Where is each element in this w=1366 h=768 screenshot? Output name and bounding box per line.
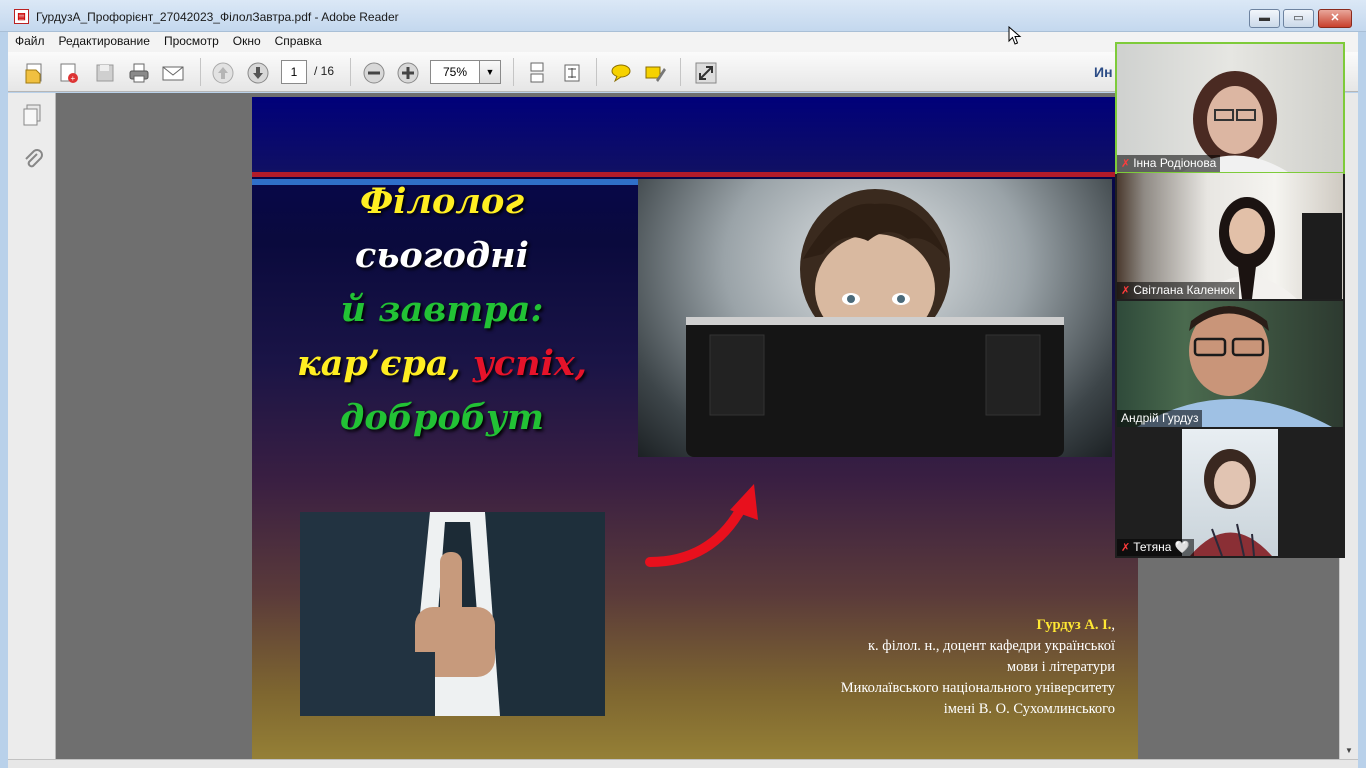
headline-success: успіх, — [472, 343, 587, 384]
red-arrow-icon — [645, 484, 758, 567]
author-line-3: Миколаївського національного університет… — [840, 680, 1115, 696]
participant-label: ✗ Світлана Каленюк — [1117, 282, 1239, 299]
maximize-button[interactable]: ▭ — [1283, 9, 1314, 28]
scroll-mode-icon[interactable] — [524, 60, 550, 86]
participant-tile[interactable]: ✗ Тетяна 🤍 — [1117, 429, 1343, 556]
participant-tile[interactable]: ✗ Світлана Каленюк — [1117, 173, 1343, 299]
expand-icon[interactable] — [693, 60, 719, 86]
mouse-cursor-icon — [1008, 26, 1022, 45]
page-number-input[interactable]: 1 — [281, 60, 307, 84]
navigation-pane — [8, 93, 56, 759]
save-icon[interactable] — [92, 60, 118, 86]
menu-view[interactable]: Просмотр — [157, 32, 226, 50]
heart-icon: 🤍 — [1174, 540, 1190, 554]
menu-help[interactable]: Справка — [268, 32, 329, 50]
video-participants-panel: ✗ Інна Родіонова ✗ Світлана Каленюк Андрій… — [1115, 42, 1345, 558]
menu-file[interactable]: Файл — [8, 32, 52, 50]
attachments-icon[interactable] — [21, 148, 45, 175]
fit-page-icon[interactable] — [559, 60, 585, 86]
toolbar-right-label[interactable]: Ин — [1094, 64, 1113, 80]
participant-name: Тетяна — [1133, 540, 1172, 554]
participant-name: Інна Родіонова — [1133, 156, 1217, 170]
laptop-photo — [638, 179, 1112, 457]
muted-mic-icon: ✗ — [1121, 285, 1131, 297]
pdf-icon: ▤ — [14, 9, 29, 24]
zoom-in-icon[interactable] — [395, 60, 421, 86]
participant-tile[interactable]: Андрій Гурдуз — [1117, 301, 1343, 427]
thumbs-up-photo — [300, 512, 605, 716]
author-name: Гурдуз А. І. — [1036, 617, 1112, 633]
pdf-page: Філолог сьогодні й завтра: кар’єра, успі… — [252, 97, 1138, 759]
muted-mic-icon: ✗ — [1121, 542, 1131, 554]
author-line-2: мови і літератури — [1006, 659, 1115, 675]
close-button[interactable]: ✕ — [1318, 9, 1352, 28]
zoom-dropdown-icon[interactable]: ▼ — [479, 60, 501, 84]
participant-label: Андрій Гурдуз — [1117, 410, 1203, 427]
headline-line-3: й завтра: — [340, 289, 544, 330]
menu-window[interactable]: Окно — [226, 32, 268, 50]
participant-video — [1182, 429, 1278, 556]
author-line-1: к. філол. н., доцент кафедри української — [868, 638, 1115, 654]
participant-tile[interactable]: ✗ Інна Родіонова — [1115, 42, 1345, 174]
headline-line-2: сьогодні — [355, 235, 529, 276]
pages-icon[interactable] — [21, 103, 45, 130]
participant-name: Світлана Каленюк — [1133, 283, 1235, 297]
participant-label: ✗ Тетяна 🤍 — [1117, 539, 1194, 556]
headline-line-5: добробут — [339, 397, 545, 438]
minimize-button[interactable]: ▬ — [1249, 9, 1280, 28]
zoom-level-input[interactable]: 75% — [430, 60, 480, 84]
window-title: ГурдузА_Профорієнт_27042023_ФілолЗавтра.… — [36, 10, 399, 24]
next-page-icon[interactable] — [245, 60, 271, 86]
open-file-icon[interactable] — [22, 60, 48, 86]
comment-icon[interactable] — [608, 60, 634, 86]
headline-line-4: кар’єра, успіх, — [282, 337, 602, 391]
participant-name: Андрій Гурдуз — [1121, 411, 1199, 425]
bottom-scrollbar[interactable] — [8, 759, 1358, 768]
svg-text:+: + — [71, 74, 76, 83]
previous-page-icon[interactable] — [210, 60, 236, 86]
author-name-suffix: , — [1111, 617, 1115, 633]
author-line-4: імені В. О. Сухомлинського — [943, 701, 1115, 717]
print-icon[interactable] — [126, 60, 152, 86]
create-pdf-icon[interactable]: + — [56, 60, 82, 86]
slide-headline: Філолог сьогодні й завтра: кар’єра, успі… — [282, 175, 602, 445]
slide-top-band — [252, 97, 1138, 172]
highlight-icon[interactable] — [642, 60, 668, 86]
headline-career: кар’єра, — [297, 343, 473, 384]
menu-edit[interactable]: Редактирование — [52, 32, 157, 50]
email-icon[interactable] — [160, 60, 186, 86]
scroll-down-icon[interactable]: ▼ — [1345, 746, 1353, 755]
muted-mic-icon: ✗ — [1121, 158, 1131, 170]
page-total: / 16 — [314, 64, 335, 78]
zoom-out-icon[interactable] — [361, 60, 387, 86]
participant-label: ✗ Інна Родіонова — [1117, 155, 1221, 172]
author-block: Гурдуз А. І., к. філол. н., доцент кафед… — [722, 615, 1115, 720]
headline-line-1: Філолог — [359, 181, 525, 222]
window-titlebar: ▤ ГурдузА_Профорієнт_27042023_ФілолЗавтр… — [0, 0, 1366, 32]
